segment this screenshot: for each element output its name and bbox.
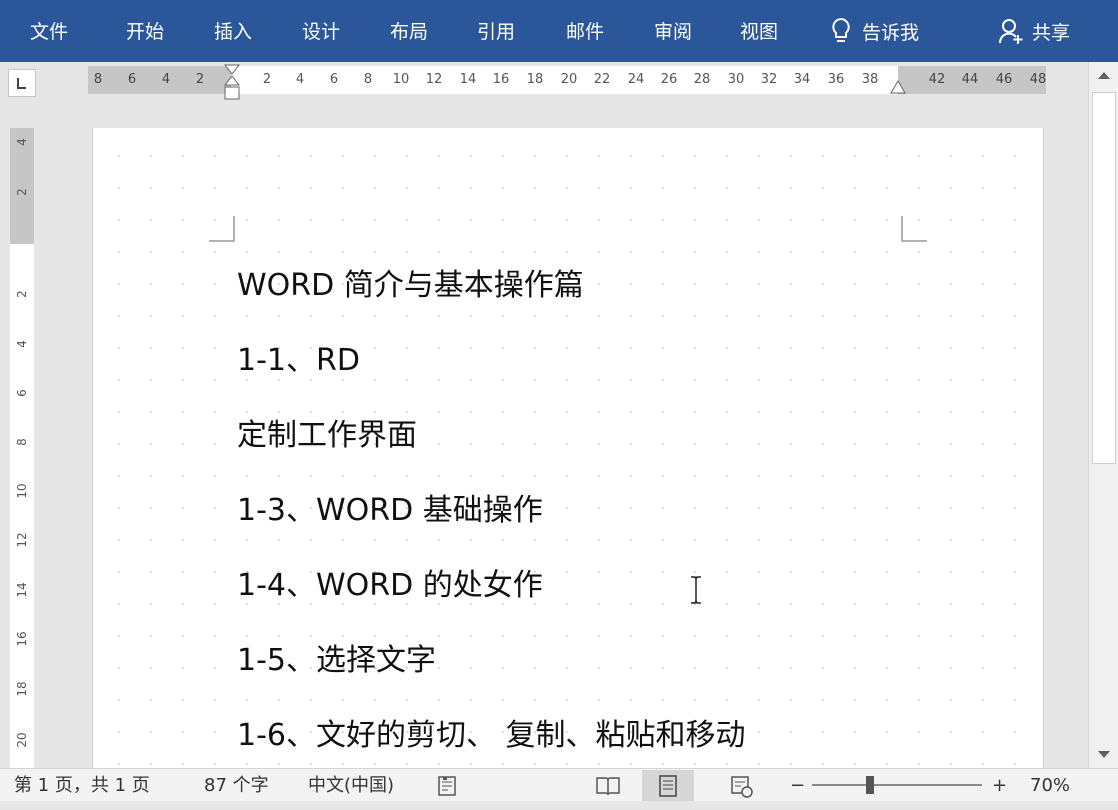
status-bar: 第 1 页，共 1 页 87 个字 中文(中国) − + 70% <box>0 768 1118 801</box>
document-page[interactable]: WORD 简介与基本操作篇 1-1、RD 定制工作界面 1-3、WORD 基础操… <box>92 128 1044 778</box>
ruler-tick-label: 2 <box>15 290 29 298</box>
ruler-tick-label: 8 <box>15 438 29 446</box>
read-mode-button[interactable] <box>582 770 634 801</box>
right-indent-marker[interactable] <box>890 80 906 94</box>
ruler-tick-label: 12 <box>15 532 29 548</box>
ruler-tick-label: 4 <box>15 138 29 146</box>
zoom-slider-thumb[interactable] <box>866 776 874 794</box>
tell-me-label: 告诉我 <box>862 21 920 44</box>
doc-line[interactable]: 1-6、文好的剪切、 复制、粘贴和移动 <box>237 710 746 754</box>
ruler-tick-label: 14 <box>15 582 29 598</box>
triangle-up-icon <box>1098 72 1110 79</box>
share-label: 共享 <box>1032 21 1071 44</box>
ruler-tick-label: 32 <box>760 72 778 87</box>
ruler-tick-label: 6 <box>329 72 339 87</box>
ruler-tick-label: 20 <box>15 732 29 748</box>
ruler-tick-label: 2 <box>15 188 29 196</box>
ruler-tick-label: 2 <box>262 72 272 87</box>
triangle-down-icon <box>1098 751 1110 758</box>
ruler-tick-label: 4 <box>15 340 29 348</box>
doc-line[interactable]: 1-1、RD <box>237 335 360 379</box>
ruler-tick-label: 18 <box>15 681 29 697</box>
ruler-tick-label: 36 <box>827 72 845 87</box>
ruler-tick-label: 42 <box>928 72 946 87</box>
scroll-down-button[interactable] <box>1089 740 1118 768</box>
page-count[interactable]: 第 1 页，共 1 页 <box>14 769 150 801</box>
ruler-tick-label: 10 <box>15 483 29 499</box>
ruler-tick-label: 16 <box>15 631 29 647</box>
scroll-thumb[interactable] <box>1092 92 1116 464</box>
tell-me-button[interactable]: 告诉我 <box>828 0 919 62</box>
ruler-tick-label: 16 <box>492 72 510 87</box>
zoom-slider[interactable] <box>812 784 982 786</box>
zoom-out-button[interactable]: − <box>790 769 805 801</box>
first-line-indent-marker[interactable] <box>224 64 240 104</box>
ruler-tick-label: 6 <box>127 72 137 87</box>
ruler-tick-label: 4 <box>295 72 305 87</box>
ruler-left-margin <box>88 66 231 94</box>
tab-stop-selector[interactable] <box>8 69 36 97</box>
tab-insert[interactable]: 插入 <box>214 0 252 62</box>
horizontal-ruler[interactable]: 8 6 4 2 2 4 6 8 10 12 14 16 18 20 22 24 … <box>88 64 1047 100</box>
zoom-level[interactable]: 70% <box>1030 769 1070 801</box>
ruler-tick-label: 22 <box>593 72 611 87</box>
doc-heading[interactable]: WORD 简介与基本操作篇 <box>237 260 584 304</box>
ruler-tick-label: 28 <box>693 72 711 87</box>
web-layout-icon <box>731 775 753 798</box>
margin-corner-mark <box>901 216 927 242</box>
word-count[interactable]: 87 个字 <box>204 769 269 801</box>
tab-view[interactable]: 视图 <box>740 0 778 62</box>
ruler-tick-label: 6 <box>15 389 29 397</box>
ruler-tick-label: 8 <box>363 72 373 87</box>
tab-file[interactable]: 文件 <box>30 0 68 62</box>
ruler-tick-label: 10 <box>392 72 410 87</box>
page-layout-icon <box>659 774 677 797</box>
ruler-tick-label: 30 <box>727 72 745 87</box>
ruler-tick-label: 24 <box>627 72 645 87</box>
print-layout-button[interactable] <box>642 770 694 801</box>
ruler-tick-label: 46 <box>995 72 1013 87</box>
text-cursor-icon <box>691 576 701 604</box>
language-indicator[interactable]: 中文(中国) <box>308 769 394 801</box>
ruler-tick-label: 44 <box>961 72 979 87</box>
doc-line[interactable]: 1-4、WORD 的处女作 <box>237 560 543 604</box>
vertical-scrollbar[interactable] <box>1088 62 1118 768</box>
vertical-ruler[interactable]: 4 2 2 4 6 8 10 12 14 16 18 20 <box>10 128 34 768</box>
doc-line[interactable]: 定制工作界面 <box>237 410 417 454</box>
ruler-tick-label: 34 <box>793 72 811 87</box>
ruler-tick-label: 2 <box>195 72 205 87</box>
tab-review[interactable]: 审阅 <box>654 0 692 62</box>
doc-line[interactable]: 1-5、选择文字 <box>237 635 436 679</box>
web-layout-button[interactable] <box>716 770 768 801</box>
ruler-tick-label: 14 <box>459 72 477 87</box>
macro-record-icon[interactable] <box>436 774 460 798</box>
lightbulb-icon <box>828 16 854 46</box>
ruler-tick-label: 26 <box>660 72 678 87</box>
zoom-in-button[interactable]: + <box>992 769 1007 801</box>
scroll-up-button[interactable] <box>1089 62 1118 90</box>
ruler-tick-label: 38 <box>861 72 879 87</box>
ruler-tick-label: 12 <box>425 72 443 87</box>
ruler-tick-label: 8 <box>93 72 103 87</box>
ruler-tick-label: 20 <box>560 72 578 87</box>
share-button[interactable]: 共享 <box>998 0 1070 62</box>
ribbon-tab-bar: 文件 开始 插入 设计 布局 引用 邮件 审阅 视图 告诉我 共享 <box>0 0 1118 62</box>
tab-design[interactable]: 设计 <box>302 0 340 62</box>
user-add-icon <box>998 16 1024 46</box>
book-icon <box>596 776 620 795</box>
tab-home[interactable]: 开始 <box>126 0 164 62</box>
tab-layout[interactable]: 布局 <box>390 0 428 62</box>
tab-references[interactable]: 引用 <box>477 0 515 62</box>
ruler-tick-label: 4 <box>161 72 171 87</box>
margin-corner-mark <box>209 216 235 242</box>
tab-mailings[interactable]: 邮件 <box>566 0 604 62</box>
ruler-tick-label: 48 <box>1029 72 1047 87</box>
doc-line[interactable]: 1-3、WORD 基础操作 <box>237 485 543 529</box>
ruler-tick-label: 18 <box>526 72 544 87</box>
